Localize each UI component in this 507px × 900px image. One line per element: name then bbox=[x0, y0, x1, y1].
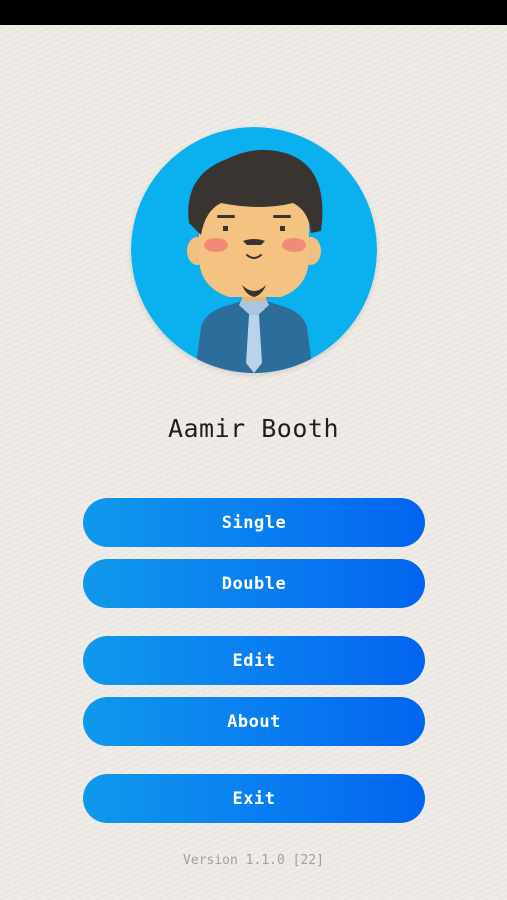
single-button[interactable]: Single bbox=[83, 498, 425, 547]
avatar bbox=[131, 127, 377, 373]
status-bar bbox=[0, 0, 507, 25]
exit-button[interactable]: Exit bbox=[83, 774, 425, 823]
edit-button[interactable]: Edit bbox=[83, 636, 425, 685]
double-button[interactable]: Double bbox=[83, 559, 425, 608]
version-label: Version 1.1.0 [22] bbox=[183, 853, 324, 868]
avatar-icon bbox=[131, 127, 377, 373]
user-name: Aamir Booth bbox=[167, 414, 340, 443]
about-button[interactable]: About bbox=[83, 697, 425, 746]
